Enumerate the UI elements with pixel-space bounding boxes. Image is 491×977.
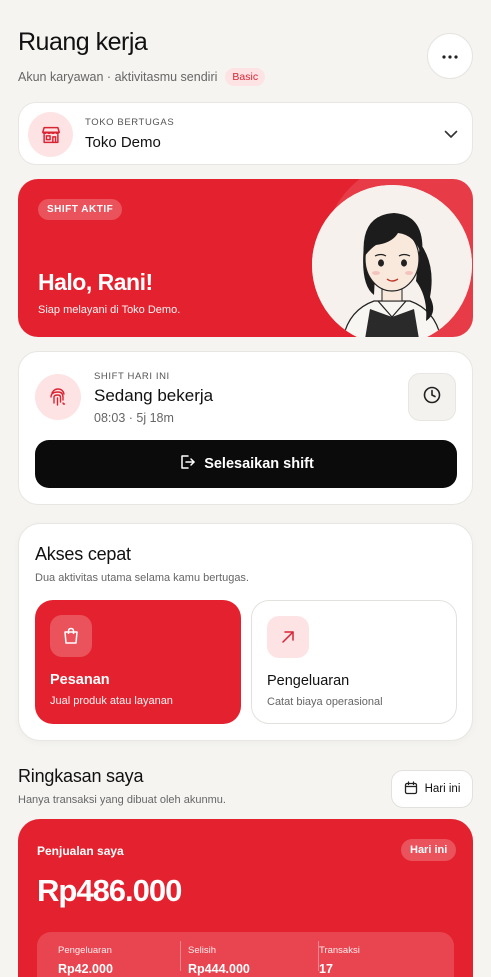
active-shift-banner: SHIFT AKTIF Halo, Rani! Siap melayani di… (18, 179, 473, 337)
period-selector-button[interactable]: Hari ini (391, 770, 473, 808)
summary-title: Ringkasan saya (18, 766, 144, 786)
shopping-bag-icon (50, 615, 92, 657)
summary-subtitle: Hanya transaksi yang dibuat oleh akunmu. (18, 794, 226, 806)
stat-expenses: Pengeluaran Rp42.000 (37, 945, 176, 976)
expenses-subtitle: Catat biaya operasional (267, 696, 383, 708)
store-name: Toko Demo (85, 134, 161, 151)
my-sales-card: Penjualan saya Hari ini Rp486.000 Pengel… (18, 819, 473, 977)
orders-subtitle: Jual produk atau layanan (50, 695, 173, 707)
stat-label: Selisih (188, 945, 216, 956)
store-label: TOKO BERTUGAS (85, 117, 175, 128)
store-selector[interactable]: TOKO BERTUGAS Toko Demo (18, 102, 473, 165)
calendar-icon (404, 780, 418, 798)
stat-value: Rp42.000 (58, 962, 113, 976)
store-icon (28, 112, 73, 157)
sales-stats: Pengeluaran Rp42.000 Selisih Rp444.000 T… (37, 932, 454, 977)
quick-access-title: Akses cepat (35, 544, 131, 564)
orders-tile[interactable]: Pesanan Jual produk atau layanan (35, 600, 241, 724)
more-options-button[interactable] (427, 33, 473, 79)
period-label: Hari ini (424, 783, 461, 795)
employee-avatar (312, 185, 472, 337)
plan-badge: Basic (225, 68, 266, 86)
stat-label: Transaksi (319, 945, 360, 956)
end-shift-label: Selesaikan shift (204, 456, 314, 472)
account-description: Akun karyawan · aktivitasmu sendiri (18, 70, 218, 84)
today-shift-card: SHIFT HARI INI Sedang bekerja 08:03 · 5j… (18, 351, 473, 505)
sales-label: Penjualan saya (37, 844, 124, 858)
shift-status: Sedang bekerja (94, 386, 214, 405)
sales-amount: Rp486.000 (37, 873, 182, 908)
shift-history-button[interactable] (408, 373, 456, 421)
greeting-message: Siap melayani di Toko Demo. (38, 304, 181, 316)
quick-access-card: Akses cepat Dua aktivitas utama selama k… (18, 523, 473, 741)
stat-value: Rp444.000 (188, 962, 250, 976)
expenses-title: Pengeluaran (267, 673, 350, 689)
stat-value: 17 (319, 962, 333, 976)
stat-difference: Selisih Rp444.000 (167, 945, 306, 976)
orders-title: Pesanan (50, 672, 110, 688)
quick-access-subtitle: Dua aktivitas utama selama kamu bertugas… (35, 572, 249, 584)
end-shift-button[interactable]: Selesaikan shift (35, 440, 457, 488)
arrow-up-right-icon (267, 616, 309, 658)
stat-label: Pengeluaran (58, 945, 112, 956)
stat-transactions: Transaksi 17 (298, 945, 437, 976)
clock-icon (422, 385, 442, 410)
page-subtitle: Akun karyawan · aktivitasmu sendiri Basi… (18, 68, 266, 86)
more-horizontal-icon (442, 44, 458, 62)
chevron-down-icon (443, 126, 459, 147)
shift-time: 08:03 · 5j 18m (94, 411, 174, 425)
greeting: Halo, Rani! (38, 269, 153, 295)
expenses-tile[interactable]: Pengeluaran Catat biaya operasional (251, 600, 457, 724)
sales-period-badge: Hari ini (401, 839, 457, 861)
fingerprint-icon (35, 374, 81, 420)
shift-active-badge: SHIFT AKTIF (38, 199, 123, 220)
logout-icon (178, 453, 196, 475)
page-title: Ruang kerja (18, 28, 148, 56)
shift-label: SHIFT HARI INI (94, 371, 170, 382)
